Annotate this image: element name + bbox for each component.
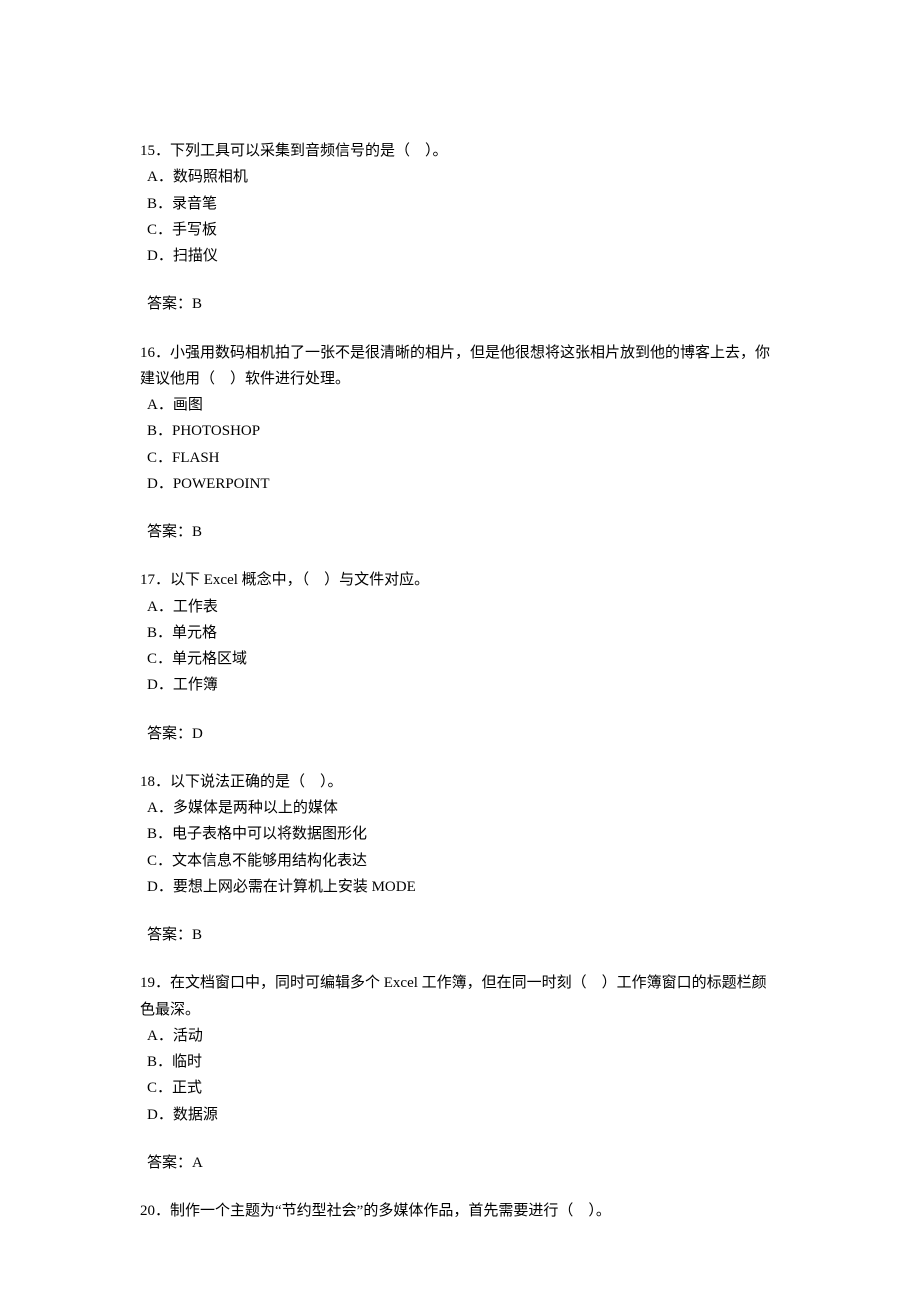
document-page: 15．下列工具可以采集到音频信号的是（ ）。 A．数码照相机 B．录音笔 C．手…	[0, 0, 920, 1284]
question-text: ．以下说法正确的是（ ）。	[155, 774, 343, 790]
question-text: ．小强用数码相机拍了一张不是很清晰的相片，但是他很想将这张相片放到他的博客上去，…	[140, 345, 770, 387]
option-c: C．手写板	[147, 217, 780, 243]
option-d: D．要想上网必需在计算机上安装 MODE	[147, 874, 780, 900]
question-stem: 15．下列工具可以采集到音频信号的是（ ）。	[140, 138, 780, 164]
question-stem: 19．在文档窗口中，同时可编辑多个 Excel 工作簿，但在同一时刻（ ）工作簿…	[140, 970, 780, 1023]
answer: 答案：B	[147, 519, 780, 545]
option-d: D．POWERPOINT	[147, 471, 780, 497]
option-d: D．扫描仪	[147, 243, 780, 269]
answer: 答案：B	[147, 291, 780, 317]
option-c: C．正式	[147, 1075, 780, 1101]
question-number: 18	[140, 774, 155, 790]
question-stem: 17．以下 Excel 概念中，（ ）与文件对应。	[140, 567, 780, 593]
question-stem: 16．小强用数码相机拍了一张不是很清晰的相片，但是他很想将这张相片放到他的博客上…	[140, 340, 780, 393]
question-number: 19	[140, 975, 155, 991]
question-text-after: 概念中，（ ）与文件对应。	[238, 572, 429, 588]
question-stem: 20．制作一个主题为“节约型社会”的多媒体作品，首先需要进行（ ）。	[140, 1198, 780, 1224]
question-number: 16	[140, 345, 155, 361]
question-number: 15	[140, 143, 155, 159]
option-a: A．工作表	[147, 594, 780, 620]
option-b: B．PHOTOSHOP	[147, 418, 780, 444]
option-d: D．数据源	[147, 1102, 780, 1128]
question-text: ．下列工具可以采集到音频信号的是（ ）。	[155, 143, 448, 159]
option-d: D．工作簿	[147, 672, 780, 698]
question-text-latin: Excel	[204, 572, 238, 588]
option-c: C．单元格区域	[147, 646, 780, 672]
question-text-before: ．在文档窗口中，同时可编辑多个	[155, 975, 384, 991]
question-number: 17	[140, 572, 155, 588]
option-a: A．多媒体是两种以上的媒体	[147, 795, 780, 821]
option-b: B．电子表格中可以将数据图形化	[147, 821, 780, 847]
question-text-latin: Excel	[384, 975, 418, 991]
question-text: ．制作一个主题为“节约型社会”的多媒体作品，首先需要进行（ ）。	[155, 1203, 611, 1219]
answer: 答案：B	[147, 922, 780, 948]
option-c: C．文本信息不能够用结构化表达	[147, 848, 780, 874]
option-b: B．单元格	[147, 620, 780, 646]
option-a: A．画图	[147, 392, 780, 418]
option-a: A．活动	[147, 1023, 780, 1049]
option-a: A．数码照相机	[147, 164, 780, 190]
option-b: B．录音笔	[147, 191, 780, 217]
answer: 答案：A	[147, 1150, 780, 1176]
option-b: B．临时	[147, 1049, 780, 1075]
question-stem: 18．以下说法正确的是（ ）。	[140, 769, 780, 795]
question-number: 20	[140, 1203, 155, 1219]
answer: 答案：D	[147, 721, 780, 747]
question-text-before: ．以下	[155, 572, 204, 588]
option-c: C．FLASH	[147, 445, 780, 471]
